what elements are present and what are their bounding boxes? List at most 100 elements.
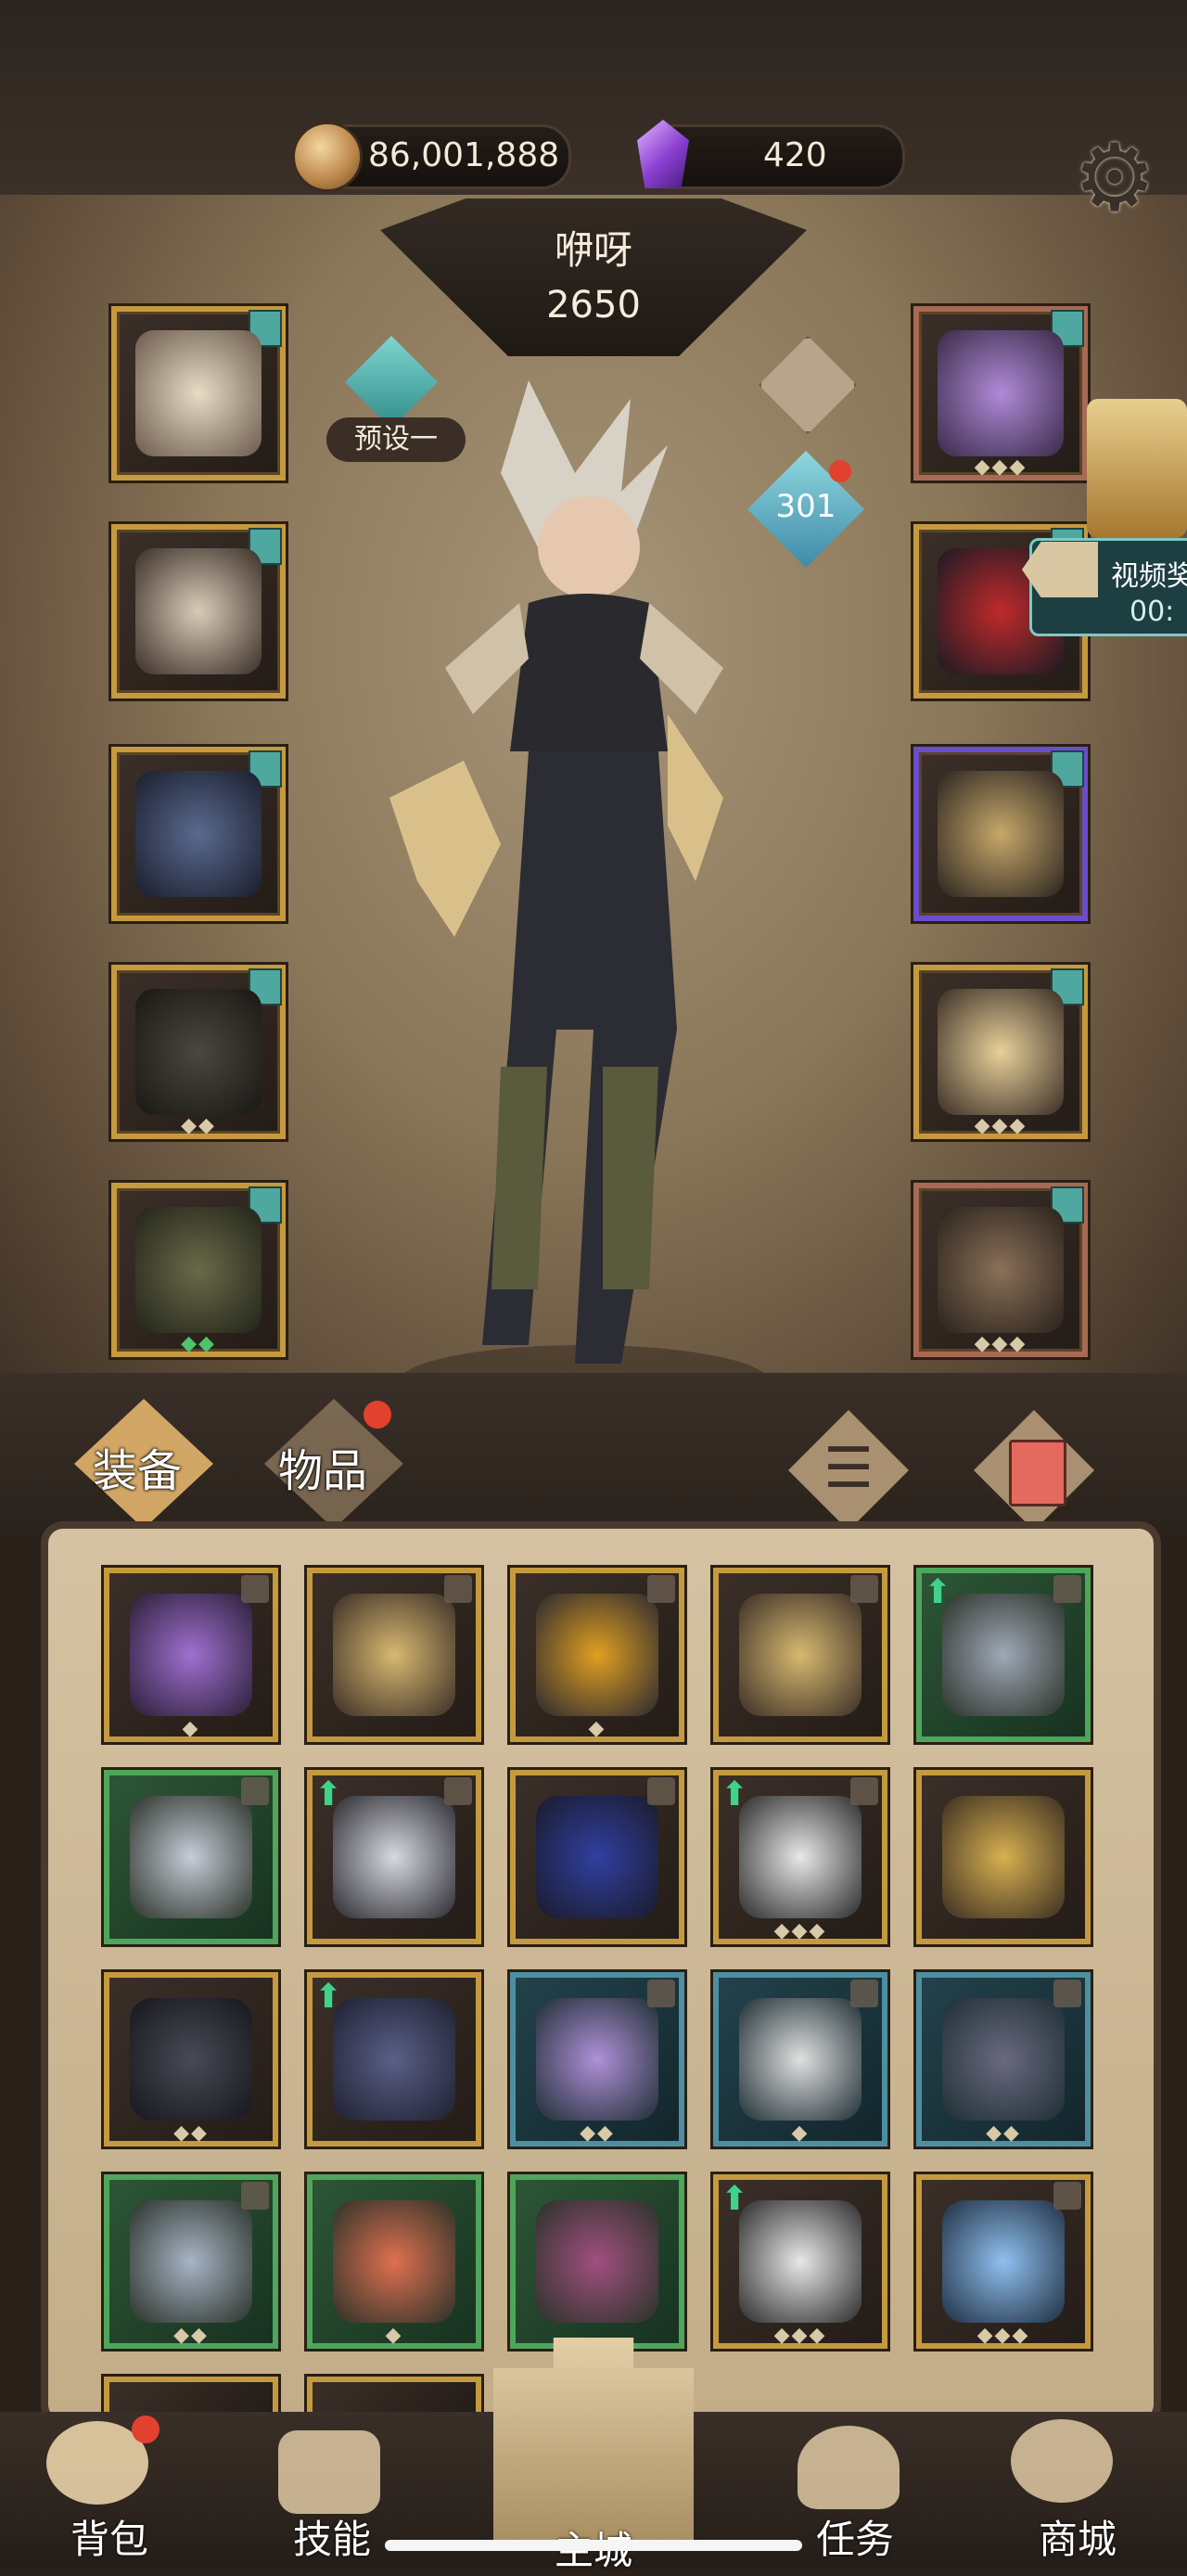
lock-icon[interactable] — [647, 1777, 675, 1805]
dark-pendant-icon — [942, 1998, 1065, 2121]
inventory-item[interactable]: ◆ — [713, 1972, 887, 2147]
nav-quests[interactable]: 任务 — [772, 2508, 938, 2565]
gem-counter[interactable]: 420 — [637, 120, 905, 189]
character-figure — [389, 380, 770, 1419]
lock-icon[interactable] — [1053, 1575, 1081, 1603]
upgrade-arrow-icon: ⬆ — [314, 1978, 343, 2016]
lock-icon[interactable] — [444, 1575, 472, 1603]
gem-sockets: ◆◆◆ — [974, 1114, 1027, 1137]
gold-counter[interactable]: 86,001,888 — [292, 122, 571, 192]
gem-sockets: ◆◆◆ — [773, 1919, 827, 1942]
gem-sockets: ◆◆ — [173, 2121, 209, 2145]
inventory-item[interactable] — [307, 1568, 481, 1742]
lock-icon[interactable] — [241, 1777, 269, 1805]
silver-ring-icon — [333, 1796, 455, 1918]
lock-icon[interactable] — [647, 1575, 675, 1603]
inventory-item[interactable]: ◆ — [307, 2174, 481, 2349]
notification-dot — [364, 1401, 391, 1429]
gem-amount: 420 — [763, 136, 827, 174]
lock-icon[interactable] — [850, 1575, 878, 1603]
dark-ring-icon — [536, 1594, 658, 1716]
gem-sockets: ◆◆◆ — [974, 455, 1027, 479]
inventory-item[interactable] — [713, 1568, 887, 1742]
lock-icon[interactable] — [1053, 2182, 1081, 2210]
upgrade-arrow-icon: ⬆ — [721, 2180, 749, 2218]
inventory-item[interactable]: ◆◆ — [916, 1972, 1091, 2147]
sort-icon: ☰ — [823, 1436, 874, 1501]
equip-slot-shoulder[interactable] — [111, 524, 286, 698]
inventory-item[interactable]: ⬆ — [307, 1972, 481, 2147]
gem-sockets: ◆ — [385, 2324, 403, 2347]
inventory-item[interactable]: ◆◆ — [104, 2174, 278, 2349]
amulet-icon — [536, 1998, 658, 2121]
equip-slot-bow[interactable]: ◆◆◆ — [913, 1183, 1088, 1357]
lock-icon[interactable] — [241, 2182, 269, 2210]
shop-crown-icon[interactable] — [1011, 2419, 1113, 2503]
skirt-icon — [536, 2200, 658, 2323]
inventory-item[interactable]: ◆ — [104, 1568, 278, 1742]
gem-sockets: ◆◆◆ — [773, 2324, 827, 2347]
upgrade-arrow-icon: ⬆ — [924, 1573, 952, 1611]
nav-skills[interactable]: 技能 — [249, 2508, 415, 2565]
tab-equipment[interactable]: 装备 — [93, 1434, 182, 1518]
inventory-item[interactable] — [104, 1770, 278, 1944]
gem-sockets: ◆◆ — [181, 1332, 216, 1355]
character-power: 2650 — [546, 284, 641, 327]
wolf-mask-icon — [739, 1796, 862, 1918]
upgrade-arrow-icon: ⬆ — [721, 1775, 749, 1813]
lock-icon[interactable] — [850, 1980, 878, 2007]
nav-shop[interactable]: 商城 — [994, 2508, 1161, 2565]
pants-icon — [135, 989, 262, 1115]
lock-icon[interactable] — [241, 1575, 269, 1603]
inventory-item[interactable]: ◆◆ — [510, 1972, 684, 2147]
boots-icon — [135, 1207, 262, 1333]
inventory-item[interactable]: ◆◆◆ — [916, 2174, 1091, 2349]
equip-slot-weapon[interactable] — [111, 306, 286, 481]
equip-slot-offhand[interactable]: ◆◆◆ — [913, 965, 1088, 1139]
plate-armor-icon — [130, 2200, 252, 2323]
inventory-item[interactable]: ⬆ ◆◆◆ — [713, 1770, 887, 1944]
gem-sockets: ◆ — [588, 1717, 606, 1740]
gem-sockets: ◆◆ — [181, 1114, 216, 1137]
gauntlet-icon — [333, 1594, 455, 1716]
equip-slot-gloves[interactable] — [111, 747, 286, 921]
claw-icon — [130, 1594, 252, 1716]
gem-sockets: ◆ — [182, 1717, 200, 1740]
treasure-chest-icon[interactable] — [1087, 399, 1187, 538]
video-reward-label: 视频奖 — [1111, 560, 1187, 593]
gold-armor-icon — [942, 1796, 1065, 1918]
nav-bag[interactable]: 背包 — [26, 2508, 193, 2565]
amulet-icon — [938, 330, 1064, 456]
gear-icon[interactable]: ⚙ — [1066, 130, 1163, 226]
equip-slot-amulet[interactable]: ◆◆◆ — [913, 306, 1088, 481]
tab-items[interactable]: 物品 — [278, 1434, 367, 1518]
inventory-item[interactable] — [916, 1770, 1091, 1944]
inventory-item[interactable]: ◆ — [510, 1568, 684, 1742]
equip-slot-ring[interactable] — [913, 747, 1088, 921]
gem-sockets: ◆◆◆ — [974, 1332, 1027, 1355]
ring-icon — [938, 771, 1064, 897]
lock-icon[interactable] — [444, 1777, 472, 1805]
gold-amount: 86,001,888 — [368, 136, 560, 174]
inventory-item[interactable]: ◆◆ — [104, 1972, 278, 2147]
quests-horn-icon[interactable] — [798, 2426, 900, 2509]
inventory-item[interactable] — [510, 2174, 684, 2349]
inventory-item[interactable] — [510, 1770, 684, 1944]
inventory-item[interactable]: ⬆ ◆◆◆ — [713, 2174, 887, 2349]
equip-slot-pants[interactable]: ◆◆ — [111, 965, 286, 1139]
lock-icon[interactable] — [647, 1980, 675, 2007]
castle-icon[interactable] — [493, 2338, 694, 2542]
skills-book-icon[interactable] — [278, 2430, 380, 2514]
cape-armor-icon — [333, 2200, 455, 2323]
lock-icon[interactable] — [850, 1777, 878, 1805]
ornament-icon — [938, 989, 1064, 1115]
equip-slot-boots[interactable]: ◆◆ — [111, 1183, 286, 1357]
ice-gauntlet-icon — [942, 2200, 1065, 2323]
video-reward-timer: 00: — [1130, 596, 1175, 628]
gem-sockets: ◆◆ — [986, 2121, 1021, 2145]
inventory-item[interactable]: ⬆ — [916, 1568, 1091, 1742]
inventory-item[interactable]: ⬆ — [307, 1770, 481, 1944]
gem-sockets: ◆ — [791, 2121, 810, 2145]
upgrade-arrow-icon: ⬆ — [314, 1775, 343, 1813]
lock-icon[interactable] — [1053, 1980, 1081, 2007]
